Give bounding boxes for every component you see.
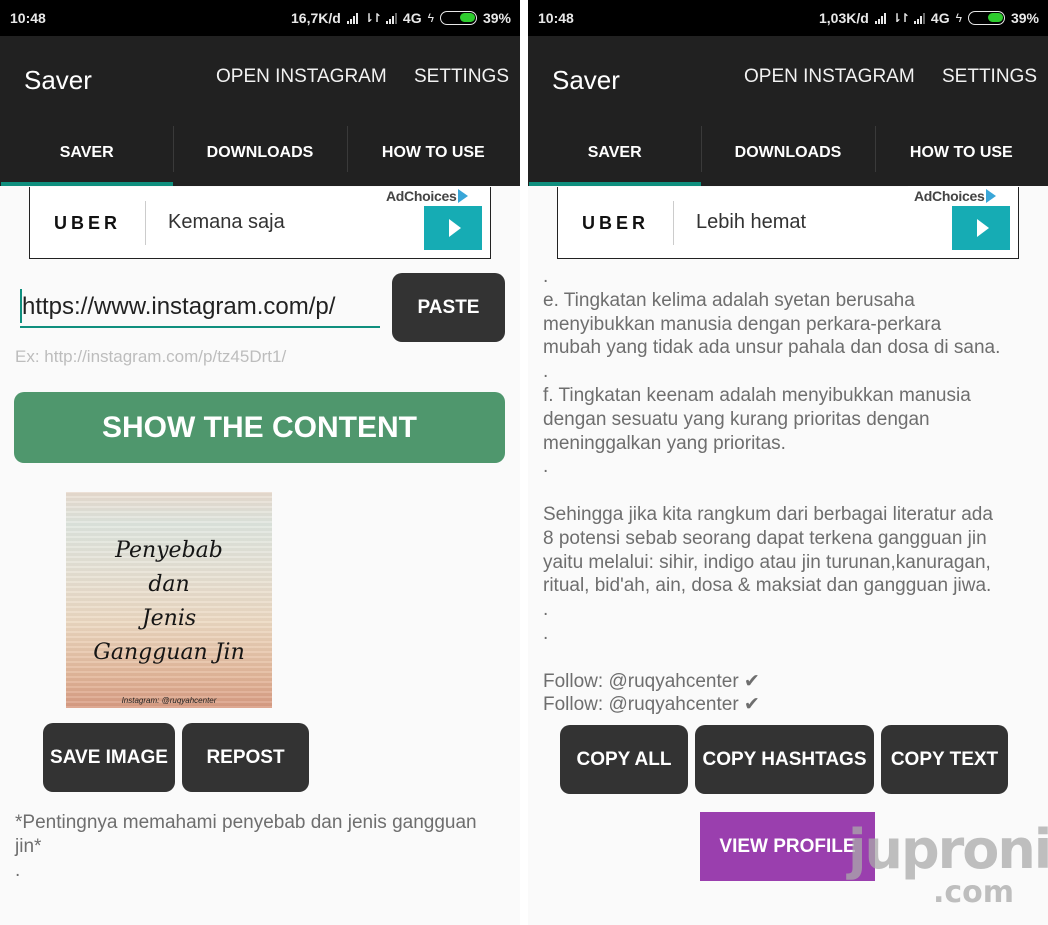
battery-percent: 39% — [482, 10, 511, 26]
tab-saver[interactable]: SAVER — [0, 126, 174, 186]
tab-downloads[interactable]: DOWNLOADS — [701, 126, 874, 186]
url-example-hint: Ex: http://instagram.com/p/tz45Drt1/ — [15, 347, 287, 366]
ad-brand-logo: UBER — [582, 213, 650, 233]
status-bar: 10:48 1,03K/d ⇂↾ 4G ϟ 39% — [528, 0, 1048, 36]
open-instagram-button[interactable]: OPEN INSTAGRAM — [216, 66, 387, 88]
data-transfer-icon: ⇂↾ — [363, 11, 382, 25]
adchoices-label: AdChoices — [914, 188, 985, 204]
ad-play-button[interactable] — [424, 206, 482, 250]
copy-all-button[interactable]: COPY ALL — [560, 725, 688, 794]
signal-icon-sim2 — [385, 12, 397, 24]
tab-bar: SAVER DOWNLOADS HOW TO USE — [0, 126, 520, 186]
network-type: 4G — [930, 10, 950, 26]
charging-icon: ϟ — [427, 11, 434, 25]
play-icon — [976, 219, 989, 237]
tab-how-to-use[interactable]: HOW TO USE — [346, 126, 520, 186]
phone-screen-caption-view: 10:48 1,03K/d ⇂↾ 4G ϟ 39% Saver OPEN INS… — [528, 0, 1048, 925]
network-speed: 1,03K/d — [819, 10, 869, 26]
tab-bar: SAVER DOWNLOADS HOW TO USE — [528, 126, 1048, 186]
caption-text: *Pentingnya memahami penyebab dan jenis … — [15, 812, 477, 857]
adchoices-icon — [458, 189, 469, 203]
ad-divider — [145, 201, 146, 245]
battery-icon — [967, 11, 1005, 25]
ad-play-button[interactable] — [952, 206, 1010, 250]
signal-icon — [874, 12, 886, 24]
tab-how-to-use[interactable]: HOW TO USE — [874, 126, 1048, 186]
signal-icon-sim2 — [913, 12, 925, 24]
charging-icon: ϟ — [955, 11, 962, 25]
ad-brand-logo: UBER — [54, 213, 122, 233]
app-bar: Saver OPEN INSTAGRAM SETTINGS SAVER DOWN… — [0, 36, 520, 186]
copy-hashtags-button[interactable]: COPY HASHTAGS — [695, 725, 874, 794]
ad-divider — [673, 201, 674, 245]
battery-percent: 39% — [1010, 10, 1039, 26]
text-cursor — [20, 289, 22, 323]
paste-button[interactable]: PASTE — [392, 273, 505, 342]
adchoices-label: AdChoices — [386, 188, 457, 204]
adchoices-icon — [986, 189, 997, 203]
preview-text-line: dan — [148, 572, 190, 597]
open-instagram-button[interactable]: OPEN INSTAGRAM — [744, 66, 915, 88]
save-image-button[interactable]: SAVE IMAGE — [43, 723, 175, 792]
instagram-url-input[interactable] — [20, 288, 380, 328]
ad-slogan: Lebih hemat — [696, 211, 807, 233]
adchoices-badge[interactable]: AdChoices — [908, 186, 1018, 206]
ad-slogan: Kemana saja — [168, 211, 285, 233]
settings-button[interactable]: SETTINGS — [942, 66, 1037, 88]
post-caption: *Pentingnya memahami penyebab dan jenis … — [15, 811, 505, 883]
network-type: 4G — [402, 10, 422, 26]
preview-text-line: Penyebab — [115, 538, 223, 563]
app-title: Saver — [24, 65, 92, 95]
app-bar: Saver OPEN INSTAGRAM SETTINGS SAVER DOWN… — [528, 36, 1048, 186]
show-content-button[interactable]: SHOW THE CONTENT — [14, 392, 505, 463]
copy-text-button[interactable]: COPY TEXT — [881, 725, 1008, 794]
preview-text-line: Jenis — [141, 606, 197, 631]
phone-screen-saver-input: 10:48 16,7K/d ⇂↾ 4G ϟ 39% Saver OPEN INS… — [0, 0, 520, 925]
repost-button[interactable]: REPOST — [182, 723, 309, 792]
status-time: 10:48 — [10, 10, 46, 26]
battery-icon — [439, 11, 477, 25]
status-time: 10:48 — [538, 10, 574, 26]
adchoices-badge[interactable]: AdChoices — [380, 186, 490, 206]
tab-saver[interactable]: SAVER — [528, 126, 702, 186]
settings-button[interactable]: SETTINGS — [414, 66, 509, 88]
play-icon — [448, 219, 461, 237]
preview-credit: Instagram: @ruqyahcenter — [121, 696, 217, 705]
network-speed: 16,7K/d — [291, 10, 341, 26]
app-title: Saver — [552, 65, 620, 95]
preview-text-line: Gangguan Jin — [93, 640, 245, 665]
post-image-preview[interactable]: Penyebab dan Jenis Gangguan Jin Instagra… — [66, 492, 272, 708]
post-caption-text: . e. Tingkatan kelima adalah syetan beru… — [543, 266, 1001, 716]
tab-downloads[interactable]: DOWNLOADS — [173, 126, 346, 186]
caption-dot: . — [15, 860, 21, 881]
signal-icon — [346, 12, 358, 24]
status-bar: 10:48 16,7K/d ⇂↾ 4G ϟ 39% — [0, 0, 520, 36]
data-transfer-icon: ⇂↾ — [891, 11, 910, 25]
view-profile-button[interactable]: VIEW PROFILE — [700, 812, 875, 881]
